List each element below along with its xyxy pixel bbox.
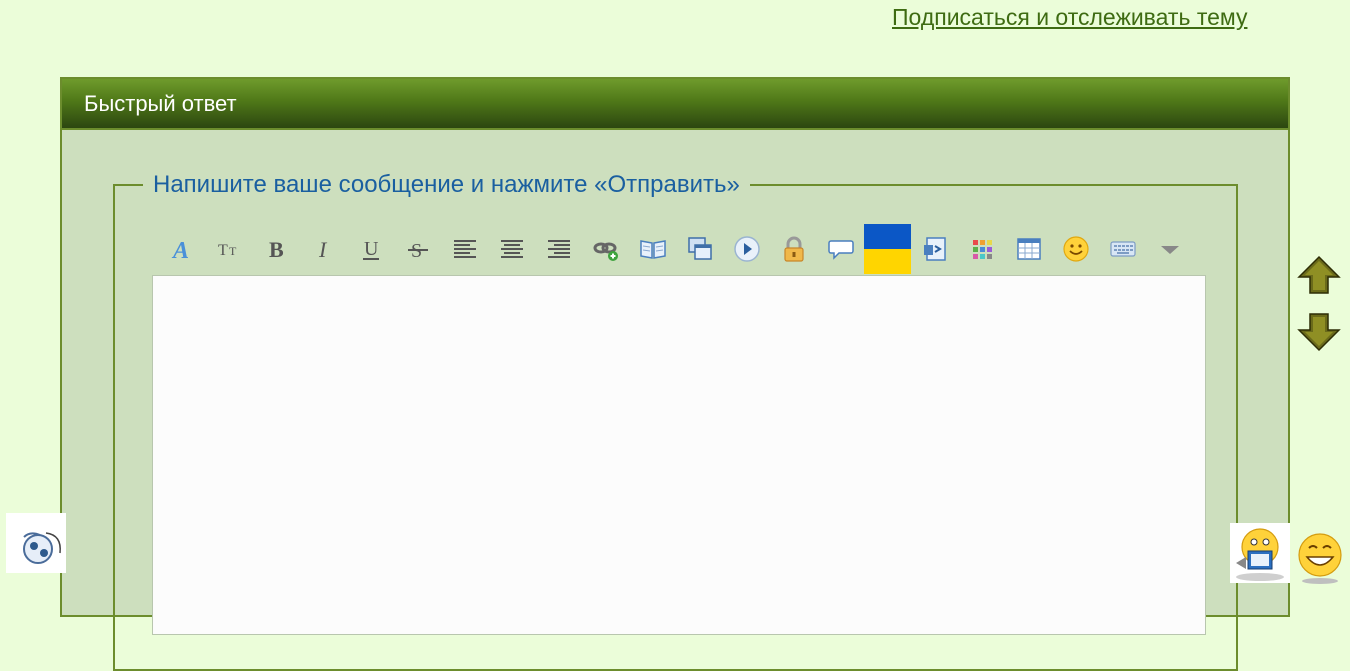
code-button[interactable] (911, 224, 958, 274)
reading-smiley-widget[interactable] (1230, 523, 1290, 583)
grinning-smiley-widget[interactable] (1297, 531, 1343, 587)
reply-legend: Напишите ваше сообщение и нажмите «Отпра… (153, 171, 740, 198)
quick-reply-title: Быстрый ответ (62, 79, 1288, 130)
bold-icon: B (269, 237, 284, 262)
svg-text:T: T (229, 244, 237, 258)
lock-icon (783, 236, 804, 262)
color-palette-button[interactable] (958, 224, 1005, 274)
lock-button[interactable] (770, 224, 817, 274)
ukraine-flag-button[interactable] (864, 224, 911, 274)
code-document-icon (923, 237, 946, 261)
more-options-button[interactable] (1146, 224, 1193, 274)
svg-text:I: I (318, 237, 328, 262)
keyboard-icon (1109, 241, 1136, 257)
font-size-button[interactable]: TT (206, 224, 253, 274)
book-icon (639, 240, 666, 259)
quote-button[interactable] (817, 224, 864, 274)
align-right-button[interactable] (535, 224, 582, 274)
svg-text:U: U (364, 238, 379, 260)
copy-window-icon (687, 237, 712, 260)
bold-button[interactable]: B (253, 224, 300, 274)
smiley-button[interactable] (1052, 224, 1099, 274)
editor-toolbar: A TT B I U S (159, 224, 1193, 274)
svg-text:B: B (269, 237, 284, 262)
italic-button[interactable]: I (300, 224, 347, 274)
insert-link-icon (593, 242, 618, 261)
underline-icon: U (362, 238, 379, 260)
book-button[interactable] (629, 224, 676, 274)
scroll-up-button[interactable] (1297, 255, 1341, 295)
font-icon: A (171, 238, 189, 263)
underline-button[interactable]: U (347, 224, 394, 274)
subscribe-link[interactable]: Подписаться и отслеживать тему (892, 4, 1247, 31)
table-icon (1016, 238, 1041, 260)
align-left-icon (453, 240, 476, 258)
strikethrough-icon: S (407, 240, 428, 262)
align-center-button[interactable] (488, 224, 535, 274)
font-size-icon: TT (218, 242, 237, 259)
svg-text:A: A (171, 238, 189, 263)
strikethrough-button[interactable]: S (394, 224, 441, 274)
svg-text:T: T (218, 242, 228, 259)
scroll-down-button[interactable] (1297, 312, 1341, 352)
ukraine-flag-icon (864, 224, 911, 274)
message-editor[interactable] (152, 275, 1206, 635)
speech-bubble-icon (827, 240, 854, 260)
table-button[interactable] (1005, 224, 1052, 274)
swirl-icon (23, 532, 61, 564)
copy-window-button[interactable] (676, 224, 723, 274)
align-left-button[interactable] (441, 224, 488, 274)
keyboard-button[interactable] (1099, 224, 1146, 274)
insert-link-button[interactable] (582, 224, 629, 274)
arrow-up-icon (1297, 255, 1341, 294)
align-right-icon (547, 240, 570, 258)
spinning-icon-widget[interactable] (6, 513, 66, 573)
quick-reply-panel: Быстрый ответ Напишите ваше сообщение и … (60, 77, 1290, 671)
smiley-icon (1062, 236, 1089, 262)
dropdown-arrow-icon (1160, 246, 1179, 254)
reading-smiley-icon (1236, 528, 1284, 581)
play-video-icon (733, 236, 760, 262)
color-palette-icon (972, 240, 992, 259)
align-center-icon (500, 240, 523, 258)
play-video-button[interactable] (723, 224, 770, 274)
italic-icon: I (318, 237, 328, 262)
arrow-down-icon (1297, 313, 1341, 352)
font-button[interactable]: A (159, 224, 206, 274)
grinning-smiley-icon (1298, 533, 1342, 584)
